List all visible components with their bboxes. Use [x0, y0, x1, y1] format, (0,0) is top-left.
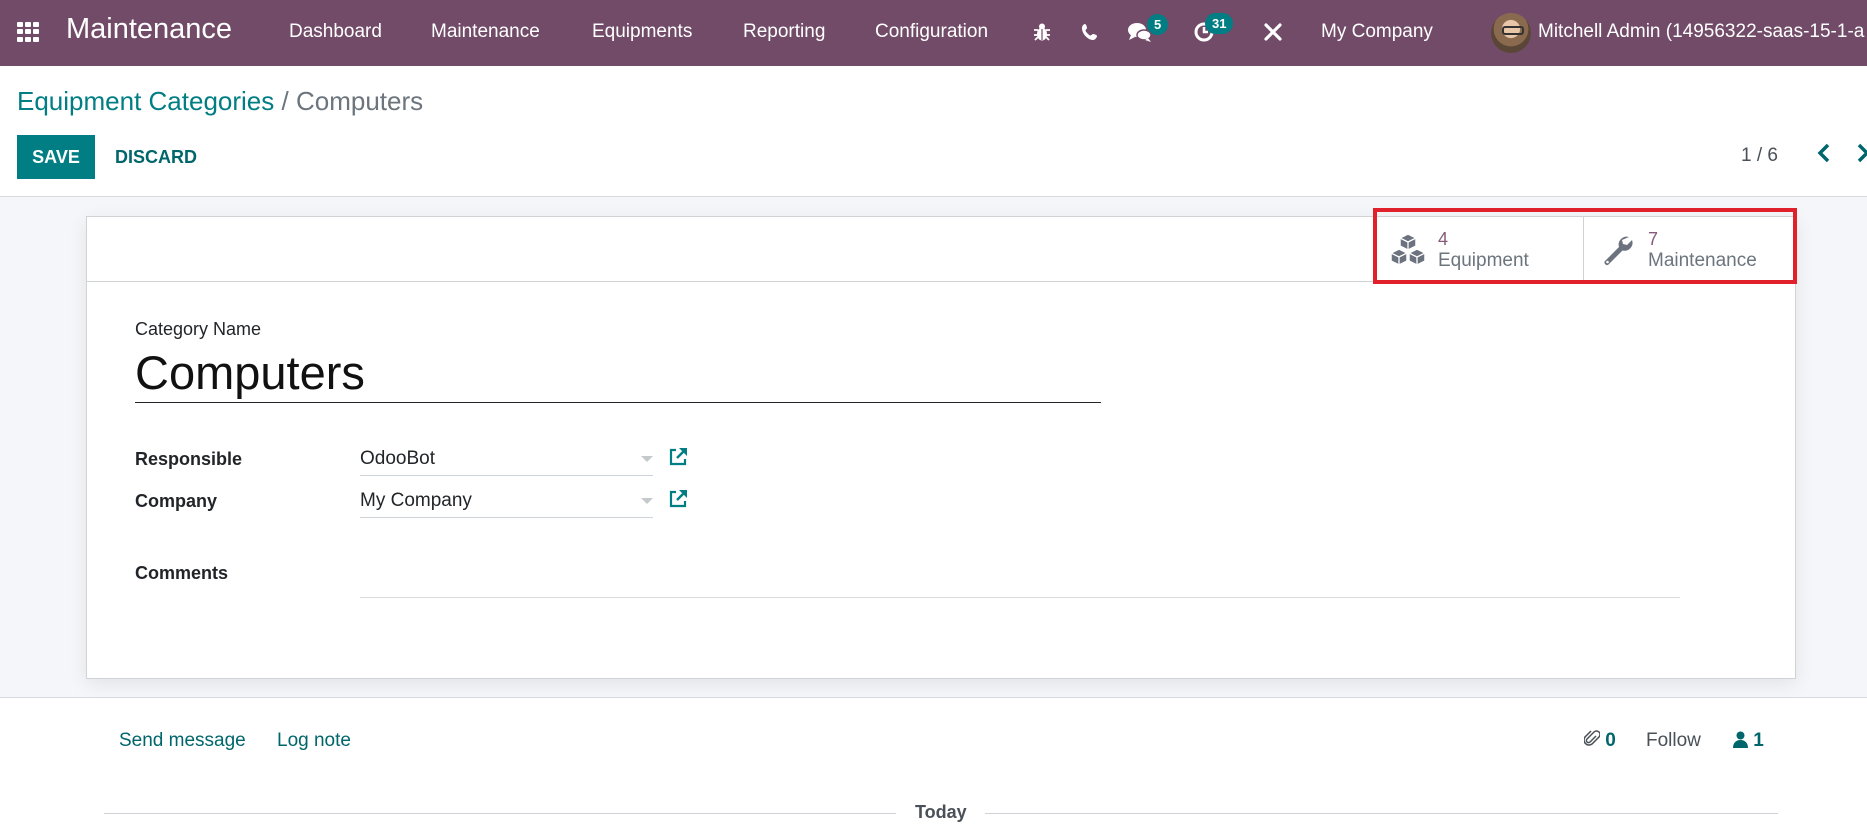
discard-button[interactable]: DISCARD	[115, 135, 197, 179]
equipment-label: Equipment	[1438, 249, 1529, 271]
attachments-button[interactable]: 0	[1583, 730, 1616, 752]
equipment-stat-button[interactable]: 4 Equipment	[1373, 217, 1586, 282]
breadcrumb-separator: /	[281, 86, 289, 116]
control-panel: Equipment Categories / Computers SAVE DI…	[0, 66, 1867, 197]
responsible-field[interactable]: OdooBot	[360, 442, 653, 476]
responsible-value: OdooBot	[360, 447, 435, 469]
save-button[interactable]: SAVE	[17, 135, 95, 179]
user-menu[interactable]: Mitchell Admin (14956322-saas-15-1-a	[1538, 21, 1864, 43]
company-label: Company	[135, 491, 218, 511]
date-separator: Today	[915, 802, 967, 822]
chevron-left-icon[interactable]	[1817, 142, 1831, 170]
attachments-count: 0	[1605, 730, 1616, 751]
breadcrumb-parent-link[interactable]: Equipment Categories	[17, 86, 274, 116]
equipment-count: 4	[1438, 228, 1449, 249]
cubes-icon	[1386, 228, 1430, 272]
comments-label: Comments	[135, 563, 229, 583]
send-message-button[interactable]: Send message	[119, 730, 246, 752]
follow-button[interactable]: Follow	[1646, 730, 1701, 752]
menu-equipments[interactable]: Equipments	[592, 21, 692, 43]
date-divider-right	[985, 813, 1778, 814]
maintenance-label: Maintenance	[1648, 249, 1757, 271]
dropdown-caret-icon[interactable]	[641, 498, 653, 504]
apps-grid-icon[interactable]	[17, 22, 39, 42]
date-divider-left	[104, 813, 896, 814]
followers-button[interactable]: 1	[1733, 730, 1764, 752]
menu-maintenance[interactable]: Maintenance	[431, 21, 540, 43]
bug-icon[interactable]	[1029, 19, 1055, 45]
company-field[interactable]: My Company	[360, 484, 653, 518]
maintenance-count: 7	[1648, 228, 1659, 249]
dropdown-caret-icon[interactable]	[641, 456, 653, 462]
external-link-icon[interactable]	[667, 446, 689, 468]
responsible-label: Responsible	[135, 449, 243, 469]
user-avatar[interactable]	[1491, 13, 1531, 53]
activities-badge: 31	[1205, 13, 1234, 34]
top-navbar: Maintenance Dashboard Maintenance Equipm…	[0, 0, 1867, 66]
wrench-icon	[1596, 228, 1640, 272]
messages-badge: 5	[1147, 14, 1169, 35]
tools-icon[interactable]	[1260, 19, 1286, 45]
user-icon	[1733, 730, 1753, 751]
menu-configuration[interactable]: Configuration	[875, 21, 988, 43]
followers-count: 1	[1753, 730, 1764, 751]
company-switcher[interactable]: My Company	[1321, 21, 1433, 43]
category-name-input[interactable]: Computers	[135, 347, 1101, 403]
menu-dashboard[interactable]: Dashboard	[289, 21, 382, 43]
pager-value[interactable]: 1 / 6	[1741, 145, 1778, 167]
maintenance-stat-button[interactable]: 7 Maintenance	[1583, 217, 1796, 282]
paperclip-icon	[1583, 730, 1605, 751]
form-view: 4 Equipment 7 Maintenance Category Name …	[0, 197, 1867, 698]
button-box: 4 Equipment 7 Maintenance	[87, 217, 1796, 282]
log-note-button[interactable]: Log note	[277, 730, 351, 752]
chevron-right-icon[interactable]	[1856, 142, 1867, 170]
phone-icon[interactable]	[1077, 19, 1103, 45]
company-value: My Company	[360, 489, 472, 511]
comments-input[interactable]	[360, 562, 1680, 598]
category-name-label: Category Name	[135, 319, 262, 339]
app-brand[interactable]: Maintenance	[66, 13, 232, 46]
menu-reporting[interactable]: Reporting	[743, 21, 825, 43]
form-sheet: 4 Equipment 7 Maintenance Category Name …	[86, 216, 1796, 679]
breadcrumb: Equipment Categories / Computers	[17, 86, 423, 117]
breadcrumb-current: Computers	[295, 86, 424, 116]
external-link-icon[interactable]	[667, 488, 689, 510]
